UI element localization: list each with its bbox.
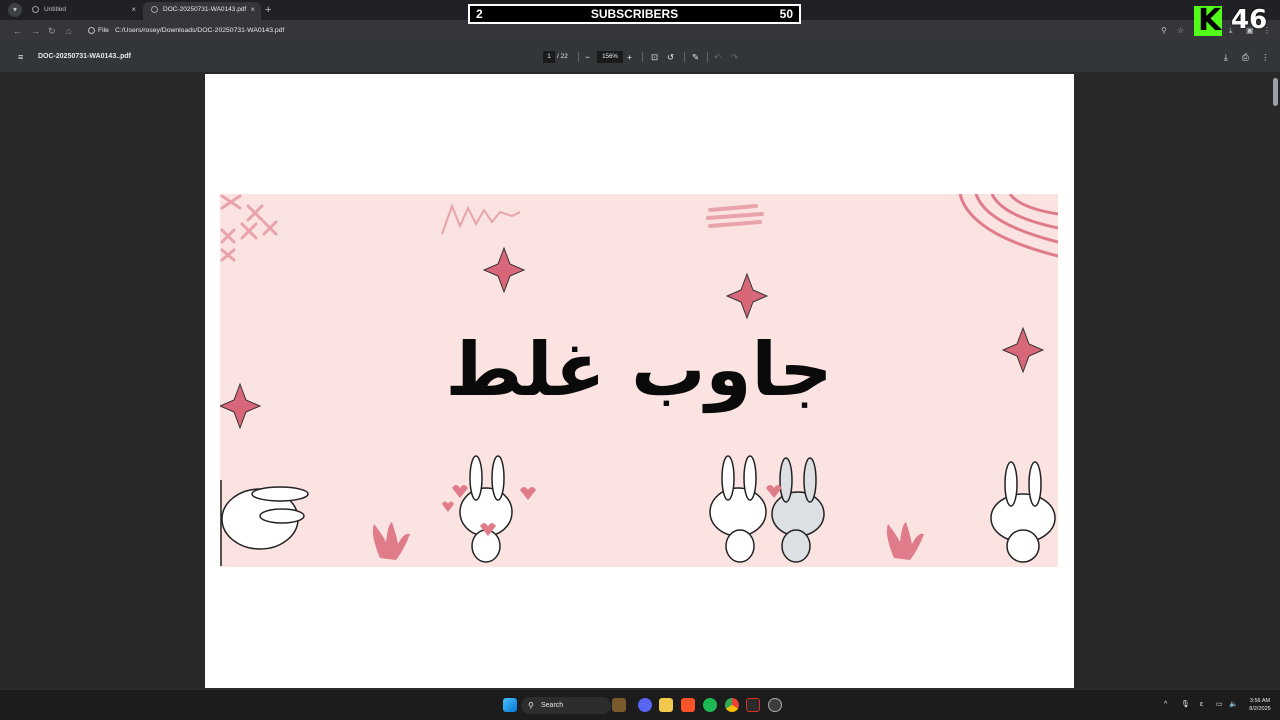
volume-icon[interactable]: 🔈 — [1229, 700, 1238, 710]
globe-icon — [151, 5, 158, 13]
file-chip: File — [98, 27, 109, 34]
url-text: C:/Users/rosey/Downloads/DOC-20250731-WA… — [114, 27, 285, 34]
undo-icon[interactable]: ↶ — [714, 51, 721, 63]
microphone-icon[interactable]: 🎙 — [1181, 700, 1190, 710]
divider — [707, 52, 708, 62]
print-icon[interactable]: ⎙ — [1242, 51, 1249, 63]
divider — [642, 52, 643, 62]
system-clock[interactable]: 3:56 AM 8/2/2025 — [1244, 697, 1276, 713]
search-icon: ⚲ — [528, 701, 534, 710]
widgets-icon[interactable] — [612, 698, 626, 712]
tab-untitled[interactable]: Untitled × — [24, 2, 142, 20]
tab-pdf[interactable]: DOC-20250731-WA0143.pdf × — [143, 2, 261, 20]
download-icon[interactable]: ⤓ — [1224, 51, 1228, 63]
subscribers-current: 2 — [476, 7, 483, 21]
zoom-out-button[interactable]: − — [585, 51, 590, 63]
discord-icon[interactable] — [638, 698, 652, 712]
slide-image: جاوب غلط — [220, 194, 1058, 567]
close-tab-icon[interactable]: × — [250, 2, 255, 18]
close-tab-icon[interactable]: × — [131, 2, 136, 18]
rotate-icon[interactable]: ↺ — [667, 51, 674, 63]
zoom-icon[interactable]: ⚲ — [1161, 25, 1167, 37]
spotify-icon[interactable] — [703, 698, 717, 712]
reload-icon[interactable]: ↻ — [48, 25, 56, 37]
home-icon[interactable]: ⌂ — [66, 25, 71, 37]
redo-icon[interactable]: ↷ — [731, 51, 738, 63]
clock-time: 3:56 AM — [1249, 698, 1271, 704]
hamburger-menu-icon[interactable]: ≡ — [18, 52, 23, 62]
page-total: / 22 — [557, 53, 568, 60]
more-options-icon[interactable]: ⋮ — [1261, 51, 1270, 63]
language-icon[interactable]: ε — [1200, 700, 1203, 710]
address-input[interactable]: File C:/Users/rosey/Downloads/DOC-2025073… — [84, 23, 1184, 39]
pdf-toolbar: ≡ DOC-20250731-WA0143..pdf 1 / 22 − 156%… — [0, 42, 1280, 72]
slide-title: جاوب غلط — [445, 327, 833, 413]
settings-icon[interactable] — [768, 698, 782, 712]
clock-date: 8/2/2025 — [1249, 706, 1271, 712]
forward-icon[interactable]: → — [31, 25, 40, 37]
scrollbar-thumb[interactable] — [1273, 78, 1278, 106]
divider — [684, 52, 685, 62]
tray-chevron-icon[interactable]: ^ — [1164, 700, 1167, 710]
taskbar-search[interactable]: ⚲ Search — [521, 697, 611, 714]
brave-icon[interactable] — [681, 698, 695, 712]
pdf-file-name: DOC-20250731-WA0143..pdf — [38, 53, 131, 60]
kick-viewer-count: 46 — [1231, 5, 1268, 35]
subscriber-goal-overlay: SUBSCRIBERS 2 50 — [468, 4, 801, 24]
fit-page-icon[interactable]: ⊡ — [651, 51, 658, 63]
subscribers-label: SUBSCRIBERS — [590, 7, 679, 21]
site-info-icon[interactable] — [88, 26, 95, 34]
terminal-icon[interactable] — [746, 698, 760, 712]
file-explorer-icon[interactable] — [659, 698, 673, 712]
new-tab-button[interactable]: + — [265, 3, 271, 17]
tab-title: Untitled — [44, 6, 67, 13]
taskbar: ⚲ Search ^ 🎙 ε ▭ 🔈 3:56 AM 8/2/2025 — [0, 689, 1280, 720]
subscribers-goal: 50 — [779, 7, 793, 21]
search-label: Search — [541, 702, 564, 709]
back-icon[interactable]: ← — [13, 25, 22, 37]
tab-title: DOC-20250731-WA0143.pdf — [163, 6, 247, 13]
kick-logo-letter: K — [1198, 3, 1222, 38]
bookmark-star-icon[interactable]: ☆ — [1177, 25, 1184, 37]
page-number-input[interactable]: 1 — [543, 51, 555, 63]
annotate-icon[interactable]: ✎ — [692, 51, 699, 63]
zoom-in-button[interactable]: + — [627, 51, 632, 63]
tab-search-menu-icon[interactable]: ▾ — [8, 3, 22, 17]
chrome-icon[interactable] — [725, 698, 739, 712]
zoom-level-input[interactable]: 156% — [597, 51, 623, 63]
network-icon[interactable]: ▭ — [1216, 700, 1223, 710]
divider — [578, 52, 579, 62]
start-icon[interactable] — [503, 698, 517, 712]
globe-icon — [32, 5, 39, 13]
